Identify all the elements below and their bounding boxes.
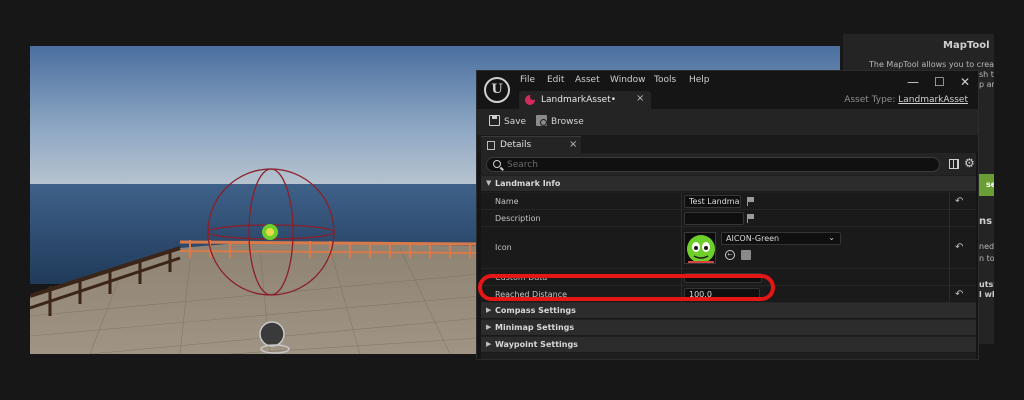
highlight-annotation [478, 274, 775, 301]
property-label: Name [495, 197, 519, 206]
maptool-line: l wh [979, 290, 994, 299]
reset-icon[interactable]: ↶ [955, 289, 963, 300]
details-tab-label: Details [500, 140, 532, 150]
name-field[interactable]: Test Landmark [684, 195, 741, 208]
asset-type-info: Asset Type: LandmarkAsset [844, 95, 968, 105]
toolbar: Save Browse [477, 109, 978, 135]
save-button[interactable]: Save [489, 115, 526, 129]
search-input[interactable] [507, 159, 927, 170]
minimize-icon[interactable]: — [907, 75, 919, 89]
category-waypoint-settings[interactable]: ▶ Waypoint Settings [481, 337, 976, 353]
maximize-icon[interactable]: ☐ [934, 75, 945, 89]
tab-close-icon[interactable]: × [636, 93, 644, 104]
reset-icon[interactable]: ↶ [955, 196, 963, 207]
category-label: Minimap Settings [495, 323, 575, 332]
maptool-title: MapTool [943, 40, 990, 51]
menu-help[interactable]: Help [689, 75, 710, 85]
tab-close-icon[interactable]: × [569, 139, 577, 150]
category-label: Landmark Info [495, 179, 561, 188]
tab-details[interactable]: Details × [481, 136, 581, 153]
description-field[interactable] [684, 212, 744, 225]
asset-type-label: Asset Type: [844, 95, 896, 105]
category-label: Waypoint Settings [495, 340, 578, 349]
browse-button[interactable]: Browse [536, 115, 584, 129]
save-icon [489, 115, 500, 126]
icon-asset-dropdown[interactable]: AICON-Green ⌄ [721, 232, 841, 245]
use-selected-asset-icon[interactable]: ← [725, 250, 735, 260]
asset-type-link[interactable]: LandmarkAsset [898, 95, 968, 105]
asset-tab-label: LandmarkAsset• [541, 95, 617, 105]
property-label: Icon [495, 243, 512, 252]
asset-tab[interactable]: LandmarkAsset• × [519, 91, 651, 109]
property-row-description: Description [481, 210, 976, 227]
browse-asset-icon[interactable] [741, 250, 751, 260]
property-label: Description [495, 214, 541, 223]
details-tab-bar: Details × [477, 135, 978, 153]
menu-file[interactable]: File [520, 75, 535, 85]
title-bar[interactable]: U File Edit Asset Window Tools Help — ☐ … [477, 71, 978, 109]
menu-window[interactable]: Window [610, 75, 646, 85]
alien-icon [687, 235, 715, 263]
maptool-line: p ar [979, 80, 994, 89]
maptool-line: sh t [979, 70, 994, 79]
search-box[interactable] [486, 157, 940, 172]
details-panel: ⚙ ▼ Landmark Info Name Test Landmark ↶ D… [481, 153, 976, 359]
property-row-icon: Icon AICON-Green ⌄ ← ↶ [481, 227, 976, 269]
menu-tools[interactable]: Tools [654, 75, 676, 85]
property-matrix-icon[interactable] [949, 159, 959, 169]
flag-icon[interactable] [747, 197, 755, 206]
collapse-arrow-icon: ▶ [486, 323, 492, 331]
unreal-logo-icon: U [484, 77, 510, 103]
maptool-line: The MapTool allows you to create c [869, 60, 994, 69]
category-compass-settings[interactable]: ▶ Compass Settings [481, 303, 976, 319]
save-label: Save [504, 117, 527, 127]
category-minimap-settings[interactable]: ▶ Minimap Settings [481, 320, 976, 336]
gear-icon[interactable]: ⚙ [964, 156, 975, 170]
chevron-down-icon: ⌄ [828, 233, 835, 242]
category-label: Compass Settings [495, 306, 576, 315]
flag-icon[interactable] [747, 214, 755, 223]
search-row: ⚙ [481, 153, 976, 175]
collapse-arrow-icon: ▶ [486, 340, 492, 348]
menu-asset[interactable]: Asset [575, 75, 600, 85]
menu-edit[interactable]: Edit [547, 75, 564, 85]
browse-label: Browse [551, 117, 584, 127]
details-icon [487, 141, 495, 150]
reset-icon[interactable]: ↶ [955, 242, 963, 253]
category-landmark-info[interactable]: ▼ Landmark Info [481, 176, 976, 192]
icon-thumbnail[interactable] [684, 232, 716, 264]
expand-arrow-icon: ▼ [486, 179, 492, 187]
property-row-name: Name Test Landmark ↶ [481, 193, 976, 210]
maptool-button[interactable]: set [978, 174, 994, 196]
maptool-line: utsi [979, 280, 994, 289]
maptool-line: n to se [979, 254, 994, 263]
maptool-line: ned [979, 242, 994, 251]
maptool-line: ns [979, 216, 993, 227]
landmark-asset-icon [525, 94, 536, 105]
icon-asset-value: AICON-Green [726, 234, 780, 243]
browse-icon [536, 115, 547, 126]
landmark-asset-editor-window: U File Edit Asset Window Tools Help — ☐ … [476, 70, 979, 360]
search-icon [493, 160, 501, 168]
collapse-arrow-icon: ▶ [486, 306, 492, 314]
close-icon[interactable]: ✕ [960, 75, 970, 89]
